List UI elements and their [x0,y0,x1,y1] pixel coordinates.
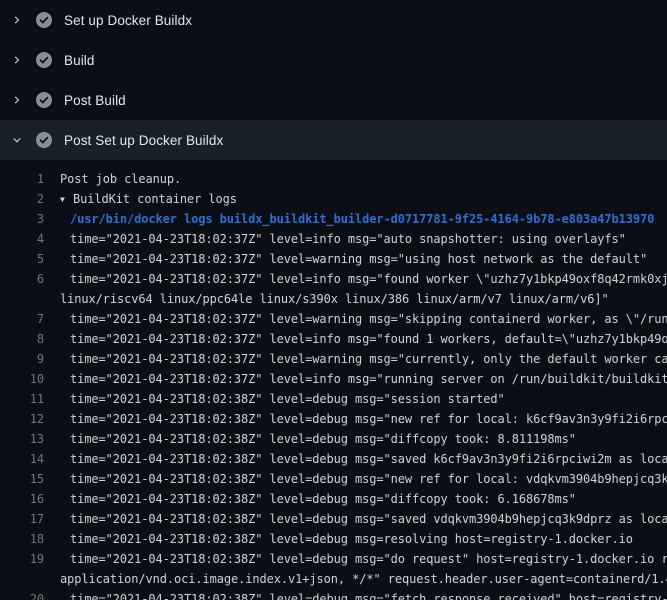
log-line-text: time="2021-04-23T18:02:37Z" level=info m… [44,332,667,346]
step-label: Set up Docker Buildx [64,13,192,28]
log-line-text: time="2021-04-23T18:02:38Z" level=debug … [44,552,667,566]
log-line-text: time="2021-04-23T18:02:38Z" level=debug … [44,592,667,600]
log-line-number[interactable]: 3 [0,212,44,226]
check-circle-icon [36,132,52,148]
log-line: 11 time="2021-04-23T18:02:38Z" level=deb… [0,389,667,409]
log-line-number[interactable]: 8 [0,332,44,346]
log-line-text: time="2021-04-23T18:02:38Z" level=debug … [44,412,667,426]
log-line-text: time="2021-04-23T18:02:38Z" level=debug … [44,452,667,466]
log-line-text: /usr/bin/docker logs buildx_buildkit_bui… [44,212,654,226]
log-line-number[interactable]: 5 [0,252,44,266]
log-line-text: time="2021-04-23T18:02:37Z" level=warnin… [44,252,647,266]
group-title[interactable]: BuildKit container logs [73,192,237,206]
log-line-text: time="2021-04-23T18:02:37Z" level=info m… [44,232,626,246]
log-line: 10 time="2021-04-23T18:02:37Z" level=inf… [0,369,667,389]
step-label: Post Set up Docker Buildx [64,133,223,148]
step-row[interactable]: Post Set up Docker Buildx [0,120,667,160]
log-line-number[interactable]: 10 [0,372,44,386]
log-line-number[interactable]: 6 [0,272,44,286]
step-label: Build [64,53,95,68]
log-line-number[interactable]: 18 [0,532,44,546]
log-line: 19 time="2021-04-23T18:02:38Z" level=deb… [0,549,667,569]
log-line: 3 /usr/bin/docker logs buildx_buildkit_b… [0,209,667,229]
log-output: 1 Post job cleanup. 2 ▼BuildKit containe… [0,169,667,600]
step-list: Set up Docker Buildx Build Post Build [0,0,667,160]
log-line-text: time="2021-04-23T18:02:38Z" level=debug … [44,492,576,506]
chevron-right-icon [12,92,22,108]
log-line: 2 ▼BuildKit container logs [0,189,667,209]
log-line-text: time="2021-04-23T18:02:37Z" level=warnin… [44,312,667,326]
log-line-number[interactable]: 2 [0,192,44,206]
log-line: 16 time="2021-04-23T18:02:38Z" level=deb… [0,489,667,509]
log-line: application/vnd.oci.image.index.v1+json,… [0,569,667,589]
log-line-text: application/vnd.oci.image.index.v1+json,… [44,572,667,586]
log-line-number[interactable]: 4 [0,232,44,246]
triangle-down-icon[interactable]: ▼ [60,195,73,204]
log-line-text: time="2021-04-23T18:02:38Z" level=debug … [44,432,576,446]
log-line-text: Post job cleanup. [44,172,181,186]
log-line-number[interactable]: 20 [0,592,44,600]
chevron-right-icon [12,12,22,28]
log-line-text: time="2021-04-23T18:02:38Z" level=debug … [44,512,667,526]
log-line-number[interactable]: 13 [0,432,44,446]
log-line: 8 time="2021-04-23T18:02:37Z" level=info… [0,329,667,349]
step-label: Post Build [64,93,126,108]
log-line: 20 time="2021-04-23T18:02:38Z" level=deb… [0,589,667,600]
log-line: 17 time="2021-04-23T18:02:38Z" level=deb… [0,509,667,529]
log-line: 13 time="2021-04-23T18:02:38Z" level=deb… [0,429,667,449]
log-line-text: ▼BuildKit container logs [44,192,237,206]
log-line-text: time="2021-04-23T18:02:38Z" level=debug … [44,472,667,486]
step-row[interactable]: Post Build [0,80,667,120]
check-circle-icon [36,92,52,108]
log-line: 7 time="2021-04-23T18:02:37Z" level=warn… [0,309,667,329]
log-line-number[interactable]: 11 [0,392,44,406]
log-line: 18 time="2021-04-23T18:02:38Z" level=deb… [0,529,667,549]
log-line-number[interactable]: 14 [0,452,44,466]
log-line-text: time="2021-04-23T18:02:37Z" level=warnin… [44,352,667,366]
log-line: 1 Post job cleanup. [0,169,667,189]
log-line-text: linux/riscv64 linux/ppc64le linux/s390x … [44,292,609,306]
log-line: 9 time="2021-04-23T18:02:37Z" level=warn… [0,349,667,369]
check-circle-icon [36,12,52,28]
log-line-text: time="2021-04-23T18:02:37Z" level=info m… [44,272,667,286]
log-line-number[interactable]: 12 [0,412,44,426]
step-row[interactable]: Set up Docker Buildx [0,0,667,40]
log-line: 14 time="2021-04-23T18:02:38Z" level=deb… [0,449,667,469]
log-line: 6 time="2021-04-23T18:02:37Z" level=info… [0,269,667,289]
check-circle-icon [36,52,52,68]
log-line-text: time="2021-04-23T18:02:38Z" level=debug … [44,392,505,406]
log-line-number[interactable]: 9 [0,352,44,366]
log-line-number[interactable]: 16 [0,492,44,506]
log-line: linux/riscv64 linux/ppc64le linux/s390x … [0,289,667,309]
log-line-number[interactable]: 7 [0,312,44,326]
log-line-number[interactable]: 15 [0,472,44,486]
step-row[interactable]: Build [0,40,667,80]
workflow-log-panel: Set up Docker Buildx Build Post Build [0,0,667,600]
log-line: 15 time="2021-04-23T18:02:38Z" level=deb… [0,469,667,489]
log-line: 5 time="2021-04-23T18:02:37Z" level=warn… [0,249,667,269]
log-line-number[interactable]: 19 [0,552,44,566]
chevron-right-icon [12,52,22,68]
log-line-number[interactable]: 1 [0,172,44,186]
log-line: 12 time="2021-04-23T18:02:38Z" level=deb… [0,409,667,429]
log-line-text: time="2021-04-23T18:02:38Z" level=debug … [44,532,633,546]
log-line-text: time="2021-04-23T18:02:37Z" level=info m… [44,372,667,386]
log-line-number[interactable]: 17 [0,512,44,526]
log-line: 4 time="2021-04-23T18:02:37Z" level=info… [0,229,667,249]
chevron-down-icon [12,132,22,148]
